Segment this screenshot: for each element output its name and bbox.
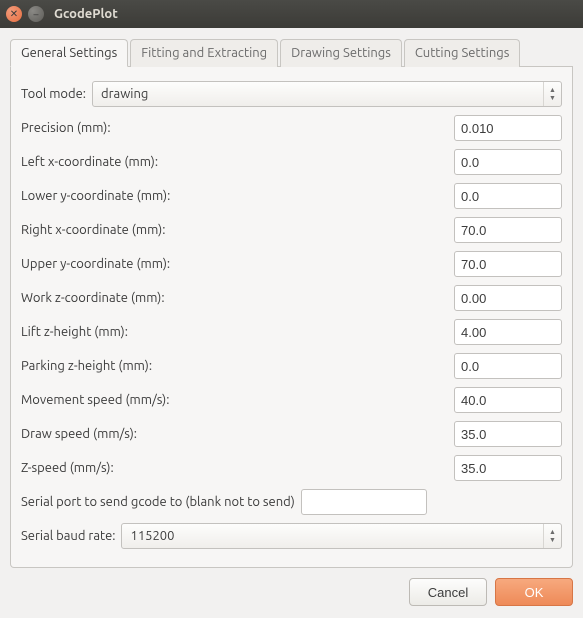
row-right-x: Right x-coordinate (mm): ▲▼ (21, 213, 562, 247)
work-z-spinner[interactable]: ▲▼ (454, 285, 562, 311)
tab-cutting-settings[interactable]: Cutting Settings (404, 39, 520, 67)
row-left-x: Left x-coordinate (mm): ▲▼ (21, 145, 562, 179)
tool-mode-combo[interactable]: drawing ▲▼ (92, 81, 562, 107)
tab-drawing-settings[interactable]: Drawing Settings (280, 39, 402, 67)
tab-fitting-extracting[interactable]: Fitting and Extracting (130, 39, 278, 67)
close-icon[interactable]: ✕ (6, 6, 22, 22)
tab-general-settings[interactable]: General Settings (10, 39, 128, 67)
cancel-button[interactable]: Cancel (409, 578, 487, 606)
serial-port-input[interactable] (301, 489, 427, 515)
row-work-z: Work z-coordinate (mm): ▲▼ (21, 281, 562, 315)
tab-bar: General Settings Fitting and Extracting … (10, 38, 573, 67)
row-z-speed: Z-speed (mm/s): ▲▼ (21, 451, 562, 485)
left-x-input[interactable] (455, 155, 583, 170)
row-precision: Precision (mm): ▲▼ (21, 111, 562, 145)
row-baud-rate: Serial baud rate: 115200 ▲▼ (21, 519, 562, 553)
chevron-up-down-icon: ▲▼ (543, 82, 561, 106)
tool-mode-value: drawing (93, 87, 543, 101)
move-speed-spinner[interactable]: ▲▼ (454, 387, 562, 413)
z-speed-spinner[interactable]: ▲▼ (454, 455, 562, 481)
z-speed-input[interactable] (455, 461, 583, 476)
precision-spinner[interactable]: ▲▼ (454, 115, 562, 141)
move-speed-input[interactable] (455, 393, 583, 408)
baud-rate-combo[interactable]: 115200 ▲▼ (121, 523, 562, 549)
row-tool-mode: Tool mode: drawing ▲▼ (21, 77, 562, 111)
label-park-z: Parking z-height (mm): (21, 359, 454, 373)
label-move-speed: Movement speed (mm/s): (21, 393, 454, 407)
left-x-spinner[interactable]: ▲▼ (454, 149, 562, 175)
label-lower-y: Lower y-coordinate (mm): (21, 189, 454, 203)
label-upper-y: Upper y-coordinate (mm): (21, 257, 454, 271)
row-move-speed: Movement speed (mm/s): ▲▼ (21, 383, 562, 417)
label-right-x: Right x-coordinate (mm): (21, 223, 454, 237)
general-settings-panel: Tool mode: drawing ▲▼ Precision (mm): ▲▼… (10, 67, 573, 568)
dialog-buttons: Cancel OK (10, 578, 573, 606)
row-park-z: Parking z-height (mm): ▲▼ (21, 349, 562, 383)
work-z-input[interactable] (455, 291, 583, 306)
park-z-input[interactable] (455, 359, 583, 374)
precision-input[interactable] (455, 121, 583, 136)
label-precision: Precision (mm): (21, 121, 454, 135)
label-work-z: Work z-coordinate (mm): (21, 291, 454, 305)
titlebar: ✕ – GcodePlot (0, 0, 583, 28)
label-lift-z: Lift z-height (mm): (21, 325, 454, 339)
dialog-content: General Settings Fitting and Extracting … (0, 28, 583, 618)
row-serial-port: Serial port to send gcode to (blank not … (21, 485, 562, 519)
window-title: GcodePlot (54, 7, 118, 21)
ok-button[interactable]: OK (495, 578, 573, 606)
label-serial-port: Serial port to send gcode to (blank not … (21, 495, 295, 509)
lower-y-spinner[interactable]: ▲▼ (454, 183, 562, 209)
park-z-spinner[interactable]: ▲▼ (454, 353, 562, 379)
row-lift-z: Lift z-height (mm): ▲▼ (21, 315, 562, 349)
label-z-speed: Z-speed (mm/s): (21, 461, 454, 475)
right-x-spinner[interactable]: ▲▼ (454, 217, 562, 243)
right-x-input[interactable] (455, 223, 583, 238)
draw-speed-spinner[interactable]: ▲▼ (454, 421, 562, 447)
lower-y-input[interactable] (455, 189, 583, 204)
minimize-icon[interactable]: – (28, 6, 44, 22)
label-baud-rate: Serial baud rate: (21, 529, 115, 543)
draw-speed-input[interactable] (455, 427, 583, 442)
lift-z-input[interactable] (455, 325, 583, 340)
baud-rate-value: 115200 (122, 529, 543, 543)
row-draw-speed: Draw speed (mm/s): ▲▼ (21, 417, 562, 451)
chevron-up-down-icon: ▲▼ (543, 524, 561, 548)
upper-y-spinner[interactable]: ▲▼ (454, 251, 562, 277)
label-draw-speed: Draw speed (mm/s): (21, 427, 454, 441)
upper-y-input[interactable] (455, 257, 583, 272)
row-upper-y: Upper y-coordinate (mm): ▲▼ (21, 247, 562, 281)
label-left-x: Left x-coordinate (mm): (21, 155, 454, 169)
lift-z-spinner[interactable]: ▲▼ (454, 319, 562, 345)
label-tool-mode: Tool mode: (21, 87, 86, 101)
row-lower-y: Lower y-coordinate (mm): ▲▼ (21, 179, 562, 213)
